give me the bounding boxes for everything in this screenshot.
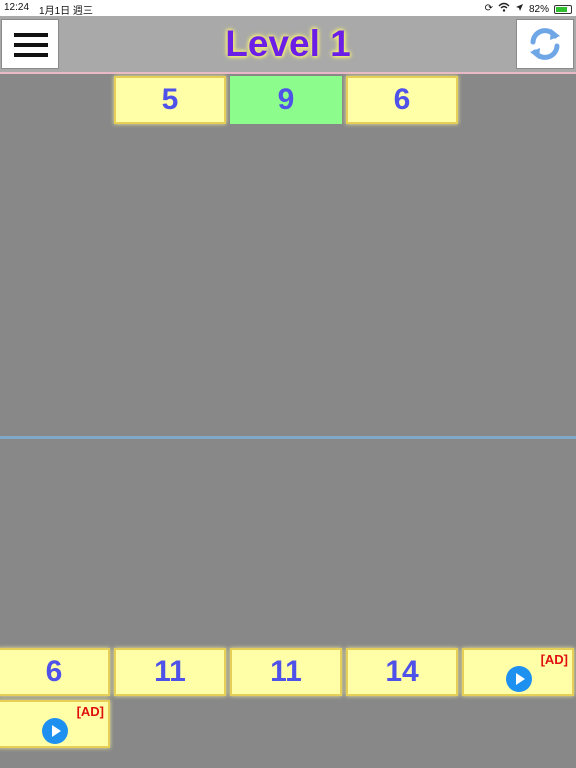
hand-tile-4[interactable]: 14 — [346, 648, 458, 696]
battery-percent: 82% — [528, 3, 549, 15]
ad-label: [AD] — [540, 652, 568, 667]
hand-tile-3[interactable]: 11 — [230, 648, 342, 696]
status-time: 12:24 — [4, 2, 30, 13]
location-arrow-icon — [515, 3, 524, 16]
sync-icon: ⟳ — [484, 3, 493, 14]
target-tile-1[interactable]: 5 — [114, 76, 226, 124]
target-tile-2[interactable]: 9 — [230, 76, 342, 124]
ad-tile-1[interactable]: [AD] — [462, 648, 574, 696]
status-bar: 12:24 1月1日 週三 ⟳ 82% — [0, 0, 576, 17]
wifi-icon — [498, 2, 510, 16]
status-right: ⟳ 82% — [485, 2, 572, 16]
ad-tile-2[interactable]: [AD] — [0, 700, 110, 748]
play-icon — [506, 666, 532, 692]
header-divider — [0, 72, 576, 74]
board-divider — [0, 436, 576, 439]
hand-tile-2[interactable]: 11 — [114, 648, 226, 696]
refresh-icon — [530, 28, 560, 60]
status-date: 1月1日 週三 — [39, 6, 93, 17]
target-tile-3[interactable]: 6 — [346, 76, 458, 124]
level-title: Level 1 — [225, 23, 351, 64]
header: Level 1 — [0, 16, 576, 72]
ad-label: [AD] — [76, 704, 104, 719]
status-left: 12:24 1月1日 週三 — [4, 2, 93, 17]
battery-fill — [556, 6, 567, 12]
battery-icon — [554, 4, 572, 14]
hand-tile-1[interactable]: 6 — [0, 648, 110, 696]
play-icon — [42, 718, 68, 744]
refresh-button[interactable] — [516, 19, 574, 69]
